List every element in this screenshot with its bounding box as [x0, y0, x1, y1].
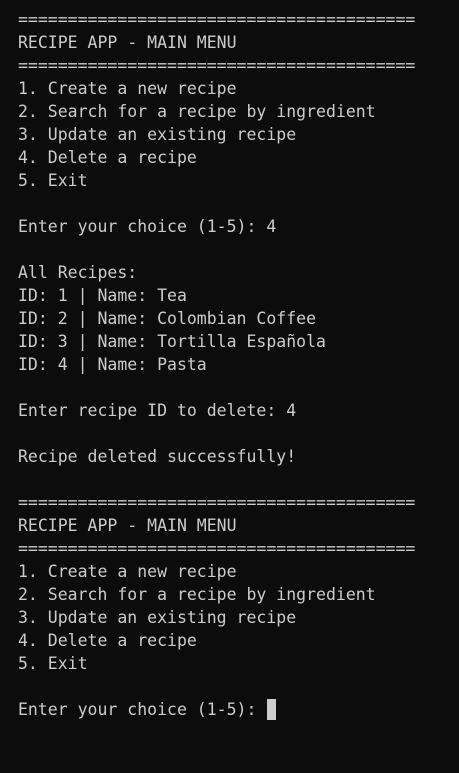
recipe-list-item: ID: 1 | Name: Tea	[18, 286, 187, 305]
menu-option-create: 1. Create a new recipe	[18, 79, 237, 98]
menu-option-delete: 4. Delete a recipe	[18, 631, 197, 650]
recipe-list-item: ID: 3 | Name: Tortilla Española	[18, 332, 326, 351]
menu-option-exit: 5. Exit	[18, 171, 88, 190]
success-message: Recipe deleted successfully!	[18, 447, 297, 466]
text-cursor[interactable]	[267, 699, 277, 720]
menu-option-update: 3. Update an existing recipe	[18, 608, 297, 627]
delete-id-prompt: Enter recipe ID to delete: 4	[18, 401, 297, 420]
separator-line: ========================================	[18, 10, 416, 29]
menu-option-exit: 5. Exit	[18, 654, 88, 673]
menu-option-search: 2. Search for a recipe by ingredient	[18, 102, 376, 121]
separator-line: ========================================	[18, 493, 416, 512]
separator-line: ========================================	[18, 539, 416, 558]
choice-prompt: Enter your choice (1-5):	[18, 700, 267, 719]
separator-line: ========================================	[18, 56, 416, 75]
menu-option-create: 1. Create a new recipe	[18, 562, 237, 581]
menu-title: RECIPE APP - MAIN MENU	[18, 516, 237, 535]
menu-option-update: 3. Update an existing recipe	[18, 125, 297, 144]
recipes-heading: All Recipes:	[18, 263, 138, 282]
recipe-list-item: ID: 4 | Name: Pasta	[18, 355, 207, 374]
choice-prompt: Enter your choice (1-5): 4	[18, 217, 277, 236]
menu-option-search: 2. Search for a recipe by ingredient	[18, 585, 376, 604]
menu-option-delete: 4. Delete a recipe	[18, 148, 197, 167]
input-line[interactable]: Enter your choice (1-5):	[18, 698, 459, 721]
terminal-window[interactable]: ========================================…	[0, 0, 459, 773]
menu-title: RECIPE APP - MAIN MENU	[18, 33, 237, 52]
recipe-list-item: ID: 2 | Name: Colombian Coffee	[18, 309, 317, 328]
